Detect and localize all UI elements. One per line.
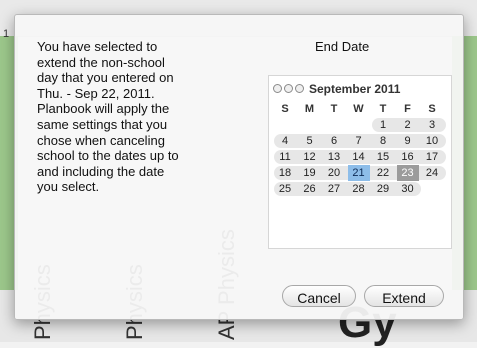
calendar-day[interactable]: 14 — [348, 149, 370, 165]
calendar-day[interactable]: 9 — [397, 133, 419, 149]
calendar-day[interactable]: 7 — [348, 133, 370, 149]
calendar-day[interactable]: 4 — [274, 133, 296, 149]
calendar-day[interactable]: 24 — [421, 165, 443, 181]
calendar-week-row: 25 26 27 28 29 30 — [274, 181, 446, 197]
calendar-day[interactable]: 30 — [397, 181, 419, 197]
calendar-day[interactable]: 25 — [274, 181, 296, 197]
calendar-day[interactable]: 18 — [274, 165, 296, 181]
cancel-button[interactable]: Cancel — [282, 285, 356, 307]
calendar-day-header: S — [428, 103, 436, 115]
calendar-week-row: 18 19 20 21 22 23 24 — [274, 165, 446, 181]
calendar-day[interactable]: 13 — [323, 149, 345, 165]
calendar-day[interactable]: 1 — [372, 117, 394, 133]
next-month-icon[interactable] — [295, 84, 304, 93]
date-picker-calendar: September 2011 S M T W T F S 1 2 3 4 5 6 7 8 9 10 11 12 13 1… — [268, 75, 452, 249]
calendar-day[interactable]: 28 — [348, 181, 370, 197]
calendar-week-row: 11 12 13 14 15 16 17 — [274, 149, 446, 165]
calendar-day[interactable]: 5 — [299, 133, 321, 149]
previous-month-icon[interactable] — [273, 84, 282, 93]
calendar-day[interactable]: 12 — [299, 149, 321, 165]
calendar-day-header: M — [304, 103, 315, 115]
extend-non-school-day-dialog: You have selected to extend the non-scho… — [14, 14, 464, 320]
calendar-day[interactable]: 17 — [421, 149, 443, 165]
calendar-week-row: 123 — [274, 117, 446, 133]
calendar-day[interactable]: 29 — [372, 181, 394, 197]
calendar-day[interactable]: 10 — [421, 133, 443, 149]
calendar-day-selected[interactable]: 21 — [347, 165, 370, 181]
calendar-day[interactable]: 19 — [299, 165, 321, 181]
calendar-day[interactable]: 15 — [372, 149, 394, 165]
calendar-day-header: F — [404, 103, 411, 115]
dialog-message: You have selected to extend the non-scho… — [37, 39, 179, 195]
calendar-day-header-row: SMTWTFS — [274, 101, 446, 117]
calendar-day[interactable]: 3 — [421, 117, 443, 133]
calendar-header: September 2011 — [273, 82, 449, 98]
calendar-day[interactable]: 26 — [299, 181, 321, 197]
calendar-day[interactable]: 27 — [323, 181, 345, 197]
background-row-number: 1 — [3, 28, 10, 40]
calendar-day[interactable]: 2 — [397, 117, 419, 133]
calendar-day-header: S — [281, 103, 289, 115]
calendar-week-row: 4 5 6 7 8 9 10 — [274, 133, 446, 149]
calendar-day[interactable]: 6 — [323, 133, 345, 149]
today-icon[interactable] — [284, 84, 293, 93]
calendar-grid: S M T W T F S 1 2 3 4 5 6 7 8 9 10 11 12 13 14 15 16 17 18 19 20 21… — [274, 101, 446, 197]
calendar-day[interactable]: 23 — [396, 165, 419, 181]
calendar-day[interactable]: 8 — [372, 133, 394, 149]
calendar-day-header: T — [330, 103, 338, 115]
calendar-month-label: September 2011 — [309, 82, 401, 96]
calendar-day[interactable]: 22 — [372, 165, 394, 181]
calendar-day-header: T — [379, 103, 387, 115]
calendar-day[interactable]: 20 — [323, 165, 345, 181]
end-date-title: End Date — [315, 39, 370, 54]
calendar-day[interactable]: 11 — [274, 149, 296, 165]
extend-button[interactable]: Extend — [364, 285, 444, 307]
calendar-day[interactable]: 16 — [397, 149, 419, 165]
calendar-day-header: W — [353, 103, 364, 115]
